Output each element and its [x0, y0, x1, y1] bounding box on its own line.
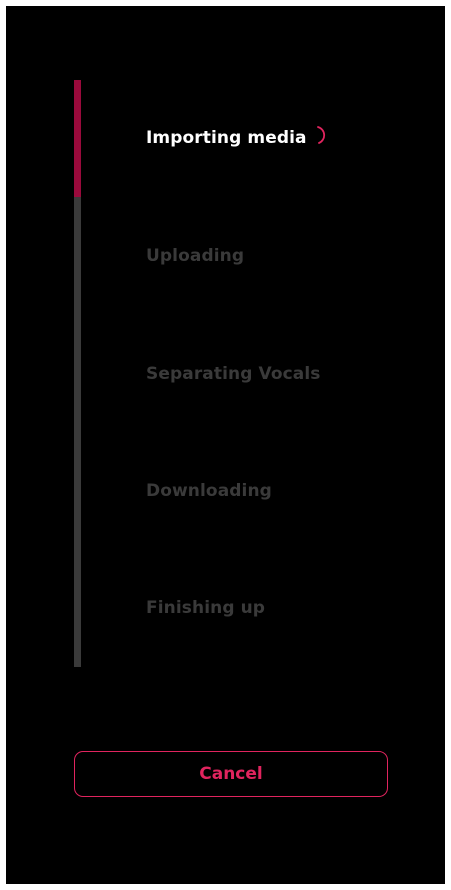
processing-screen: Importing media Uploading Separating Voc…	[6, 6, 445, 884]
cancel-button[interactable]: Cancel	[74, 751, 388, 797]
step-downloading: Downloading	[146, 481, 272, 501]
step-finishing-up: Finishing up	[146, 598, 266, 618]
step-separating-vocals: Separating Vocals	[146, 364, 321, 384]
progress-track	[74, 80, 81, 667]
step-uploading: Uploading	[146, 246, 245, 266]
step-importing-media: Importing media	[146, 128, 307, 148]
progress-fill	[74, 80, 81, 198]
loading-spinner-icon	[317, 126, 326, 144]
